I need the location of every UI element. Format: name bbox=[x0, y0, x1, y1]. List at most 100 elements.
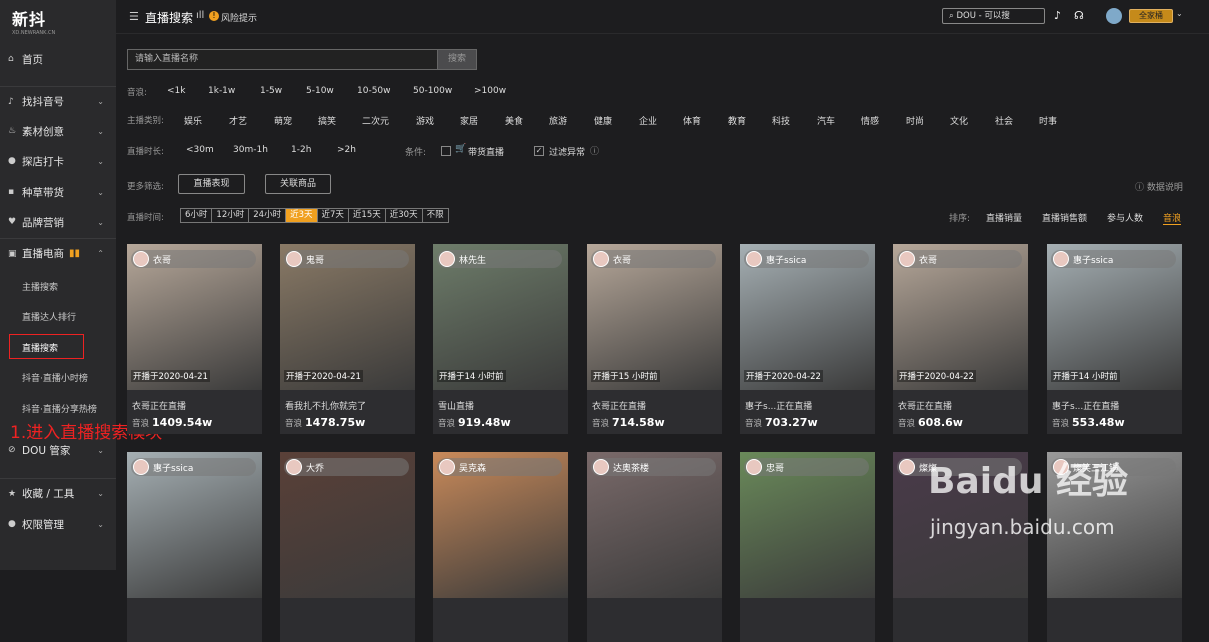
filter-category-option[interactable]: 企业 bbox=[639, 114, 657, 127]
headset-icon[interactable]: ☊ bbox=[1074, 9, 1084, 22]
live-card[interactable]: 惠子ssica 开播于2020-04-22 惠子s...正在直播 音浪 703.27w bbox=[740, 244, 875, 434]
time-option[interactable]: 近15天 bbox=[349, 209, 386, 222]
filter-volume-option[interactable]: 5-10w bbox=[306, 86, 334, 96]
anchor-chip[interactable]: 衣哥 bbox=[897, 250, 1022, 268]
brand-logo[interactable]: 新抖 XD.NEWRANK.CN bbox=[12, 6, 55, 36]
filter-duration-option[interactable]: 30m-1h bbox=[233, 145, 268, 155]
filter-category-option[interactable]: 时尚 bbox=[906, 114, 924, 127]
anchor-chip[interactable]: 达奥茶楼 bbox=[591, 458, 716, 476]
live-title[interactable]: 衣哥正在直播 bbox=[898, 399, 952, 412]
filter-volume-option[interactable]: >100w bbox=[474, 86, 506, 96]
filter-category-option[interactable]: 家居 bbox=[460, 114, 478, 127]
sort-sales[interactable]: 直播销量 bbox=[986, 211, 1022, 224]
filter-category-option[interactable]: 情感 bbox=[861, 114, 879, 127]
filter-duration-option[interactable]: 1-2h bbox=[291, 145, 311, 155]
time-option[interactable]: 不限 bbox=[423, 209, 448, 222]
anchor-chip[interactable]: 鬼哥 bbox=[284, 250, 409, 268]
time-option[interactable]: 24小时 bbox=[249, 209, 287, 222]
live-title[interactable]: 惠子s...正在直播 bbox=[745, 399, 812, 412]
sort-revenue[interactable]: 直播销售额 bbox=[1042, 211, 1087, 224]
filter-category-option[interactable]: 健康 bbox=[594, 114, 612, 127]
sidebar-item-selling[interactable]: ▪ 种草带货 ⌄ bbox=[0, 177, 116, 207]
sidebar-item-store-visit[interactable]: ● 探店打卡 ⌄ bbox=[0, 146, 116, 176]
live-card[interactable]: 大乔 bbox=[280, 452, 415, 642]
live-card[interactable]: 惠子ssica 开播于14 小时前 惠子s...正在直播 音浪 553.48w bbox=[1047, 244, 1182, 434]
anchor-chip[interactable]: 惠子ssica bbox=[1051, 250, 1176, 268]
live-card[interactable]: 鬼哥 开播于2020-04-21 看我扎不扎你就完了 音浪 1478.75w bbox=[280, 244, 415, 434]
filter-category-option[interactable]: 娱乐 bbox=[184, 114, 202, 127]
live-card[interactable]: 衣哥 开播于2020-04-21 衣哥正在直播 音浪 1409.54w bbox=[127, 244, 262, 434]
filter-category-option[interactable]: 美食 bbox=[505, 114, 523, 127]
related-goods-button[interactable]: 关联商品 bbox=[265, 174, 331, 194]
filter-volume-option[interactable]: 1-5w bbox=[260, 86, 282, 96]
sidebar-item-permissions[interactable]: ● 权限管理 ⌄ bbox=[0, 509, 116, 539]
header-search-input[interactable]: ⌕ DOU - 可以搜 bbox=[942, 8, 1045, 24]
live-card[interactable]: 忠哥 bbox=[740, 452, 875, 642]
sidebar-item-live-commerce[interactable]: ▣ 直播电商 ▮▮ ⌃ bbox=[0, 238, 116, 268]
help-icon[interactable]: ⓘ bbox=[590, 144, 599, 157]
sub-anchor-search[interactable]: 主播搜索 bbox=[22, 280, 58, 293]
filter-category-option[interactable]: 汽车 bbox=[817, 114, 835, 127]
filter-volume-option[interactable]: 10-50w bbox=[357, 86, 391, 96]
time-option[interactable]: 6小时 bbox=[181, 209, 213, 222]
time-option[interactable]: 近30天 bbox=[386, 209, 423, 222]
filter-category-option[interactable]: 时事 bbox=[1039, 114, 1057, 127]
anchor-chip[interactable]: 衣哥 bbox=[591, 250, 716, 268]
anchor-chip[interactable]: 林先生 bbox=[437, 250, 562, 268]
filter-category-option[interactable]: 教育 bbox=[728, 114, 746, 127]
anchor-chip[interactable]: 大乔 bbox=[284, 458, 409, 476]
live-card[interactable]: 吴克森 bbox=[433, 452, 568, 642]
live-title[interactable]: 衣哥正在直播 bbox=[592, 399, 646, 412]
risk-notice-link[interactable]: 风险提示 bbox=[221, 11, 257, 24]
filter-category-option[interactable]: 二次元 bbox=[362, 114, 389, 127]
filter-volume-option[interactable]: <1k bbox=[167, 86, 185, 96]
filter-category-option[interactable]: 体育 bbox=[683, 114, 701, 127]
tiktok-icon[interactable]: ♪ bbox=[1054, 9, 1061, 22]
time-option[interactable]: 近7天 bbox=[318, 209, 349, 222]
goods-live-checkbox[interactable] bbox=[441, 146, 451, 156]
filter-category-option[interactable]: 萌宠 bbox=[274, 114, 292, 127]
sub-anchor-rank[interactable]: 直播达人排行 bbox=[22, 310, 76, 323]
sort-volume[interactable]: 音浪 bbox=[1163, 211, 1182, 225]
filter-category-option[interactable]: 才艺 bbox=[229, 114, 247, 127]
live-title[interactable]: 惠子s...正在直播 bbox=[1052, 399, 1119, 412]
live-card[interactable]: 惠子ssica bbox=[127, 452, 262, 642]
filter-duration-option[interactable]: <30m bbox=[186, 145, 214, 155]
sidebar-item-home[interactable]: ⌂ 首页 bbox=[0, 44, 116, 74]
anchor-chip[interactable]: 忠哥 bbox=[744, 458, 869, 476]
filter-volume-option[interactable]: 50-100w bbox=[413, 86, 452, 96]
live-card[interactable]: 达奥茶楼 bbox=[587, 452, 722, 642]
anchor-chip[interactable]: 衣哥 bbox=[131, 250, 256, 268]
sidebar-item-favorites[interactable]: ★ 收藏 / 工具 ⌄ bbox=[0, 478, 116, 508]
filter-duration-option[interactable]: >2h bbox=[337, 145, 356, 155]
filter-category-option[interactable]: 科技 bbox=[772, 114, 790, 127]
data-note-link[interactable]: ⓘ 数据说明 bbox=[1135, 180, 1183, 193]
sub-hourly-rank[interactable]: 抖音·直播小时榜 bbox=[22, 371, 88, 384]
live-search-input[interactable]: 请输入直播名称 bbox=[127, 49, 438, 70]
sidebar-item-brand[interactable]: ♥ 品牌营销 ⌄ bbox=[0, 207, 116, 237]
sub-share-rank[interactable]: 抖音·直播分享热榜 bbox=[22, 402, 97, 415]
live-performance-button[interactable]: 直播表现 bbox=[178, 174, 245, 194]
filter-abnormal-checkbox[interactable]: ✓ bbox=[534, 146, 544, 156]
time-option-active[interactable]: 近3天 bbox=[286, 209, 318, 222]
live-title[interactable]: 衣哥正在直播 bbox=[132, 399, 186, 412]
menu-icon[interactable]: ☰ bbox=[129, 10, 139, 23]
search-button[interactable]: 搜索 bbox=[437, 49, 477, 70]
live-title[interactable]: 雪山直播 bbox=[438, 399, 474, 412]
filter-category-option[interactable]: 旅游 bbox=[549, 114, 567, 127]
live-card[interactable]: 林先生 开播于14 小时前 雪山直播 音浪 919.48w bbox=[433, 244, 568, 434]
filter-category-option[interactable]: 社会 bbox=[995, 114, 1013, 127]
anchor-chip[interactable]: 惠子ssica bbox=[744, 250, 869, 268]
anchor-chip[interactable]: 惠子ssica bbox=[131, 458, 256, 476]
time-option[interactable]: 12小时 bbox=[212, 209, 250, 222]
filter-category-option[interactable]: 搞笑 bbox=[318, 114, 336, 127]
anchor-chip[interactable]: 吴克森 bbox=[437, 458, 562, 476]
filter-category-option[interactable]: 文化 bbox=[950, 114, 968, 127]
chevron-down-icon[interactable]: ⌄ bbox=[1176, 9, 1183, 18]
live-title[interactable]: 看我扎不扎你就完了 bbox=[285, 399, 366, 412]
sidebar-item-creative[interactable]: ♨ 素材创意 ⌄ bbox=[0, 116, 116, 146]
filter-category-option[interactable]: 游戏 bbox=[416, 114, 434, 127]
live-card[interactable]: 衣哥 开播于15 小时前 衣哥正在直播 音浪 714.58w bbox=[587, 244, 722, 434]
plan-badge[interactable]: 全家桶 bbox=[1129, 9, 1173, 23]
sort-participants[interactable]: 参与人数 bbox=[1107, 211, 1143, 224]
